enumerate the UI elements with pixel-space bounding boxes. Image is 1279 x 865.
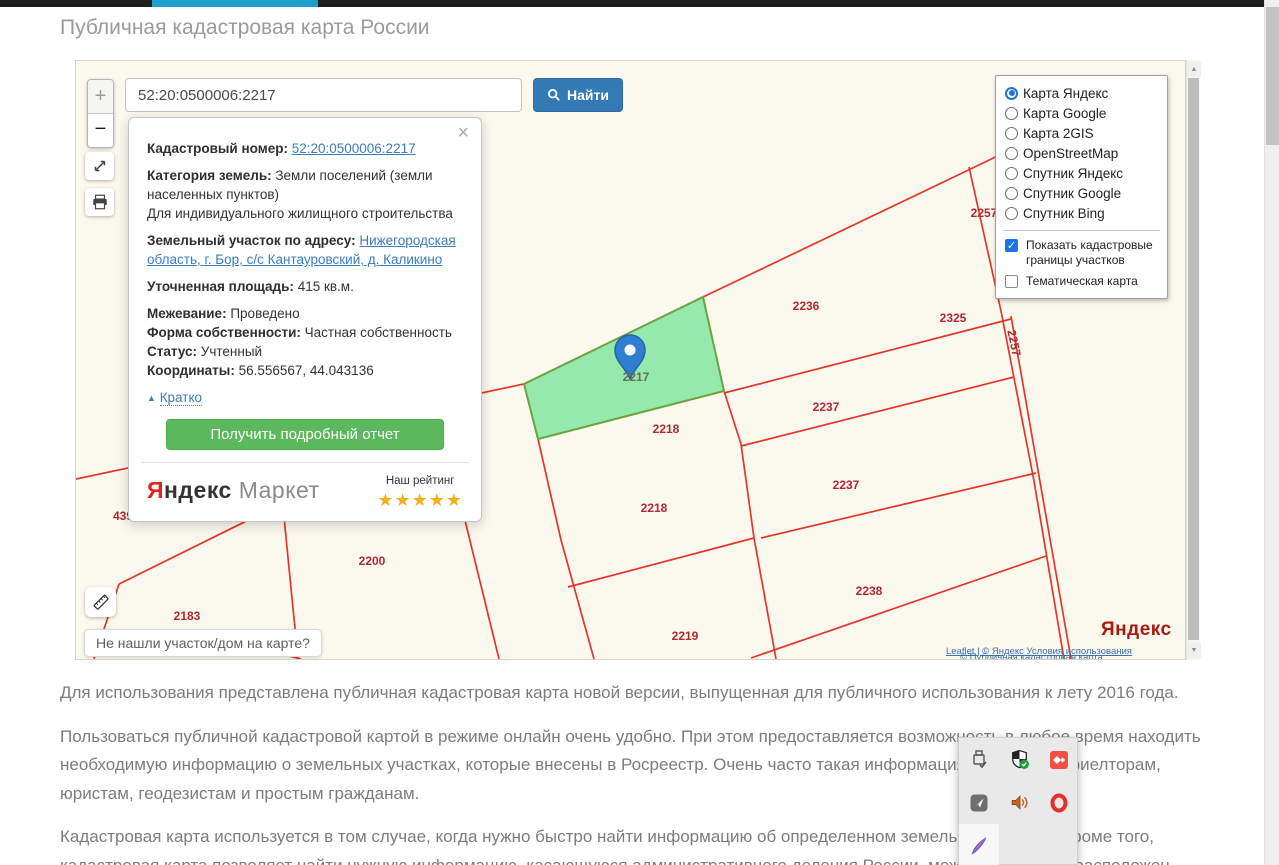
popup-divider — [141, 462, 469, 463]
triangle-up-icon: ▲ — [147, 393, 156, 403]
logo-ndeks: ндекс — [164, 477, 232, 503]
paragraph-1: Для использования представлена публичная… — [60, 683, 1179, 702]
volume-icon[interactable] — [999, 781, 1039, 824]
fullscreen-icon — [94, 160, 105, 172]
get-report-button[interactable]: Получить подробный отчет — [166, 419, 444, 450]
loading-progress-segment — [152, 0, 318, 7]
survey-value: Проведено — [230, 306, 300, 321]
map-scrollbar-thumb[interactable] — [1188, 78, 1199, 640]
measure-ruler-button[interactable] — [85, 587, 116, 617]
red-app-icon[interactable] — [1039, 738, 1079, 781]
layer-checkbox-1[interactable]: Тематическая карта — [1005, 274, 1158, 289]
address-label: Земельный участок по адресу: — [147, 233, 356, 248]
rating-label: Наш рейтинг — [385, 475, 455, 487]
ownership-value: Частная собственность — [304, 325, 452, 340]
zoom-out-button[interactable]: − — [88, 114, 113, 147]
pointer-app-icon[interactable] — [959, 781, 999, 824]
zoom-in-button[interactable]: + — [88, 80, 113, 114]
layer-option-label: Карта Google — [1023, 105, 1107, 121]
checkbox-icon[interactable]: ✓ — [1005, 239, 1018, 252]
radio-icon[interactable] — [1005, 186, 1018, 200]
layer-option-label: Спутник Яндекс — [1023, 165, 1124, 181]
layer-option-label: OpenStreetMap — [1023, 145, 1119, 161]
status-label: Статус: — [147, 344, 197, 359]
ownership-label: Форма собственности: — [147, 325, 301, 340]
find-button[interactable]: Найти — [533, 78, 623, 112]
find-button-label: Найти — [567, 87, 609, 103]
search-icon — [548, 89, 560, 101]
layer-checkbox-0[interactable]: ✓ Показать кадастровые границы участков — [1005, 238, 1158, 268]
map-layers-panel: Карта Яндекс Карта Google Карта 2GIS OpenSt… — [995, 75, 1168, 299]
layer-option-1[interactable]: Карта Google — [1005, 103, 1158, 123]
cadastral-number-label: Кадастровый номер: — [147, 141, 288, 156]
radio-icon[interactable] — [1005, 166, 1018, 180]
yandex-map-logo: Яндекс — [1101, 619, 1172, 640]
printer-icon — [92, 194, 107, 210]
layers-divider — [1003, 230, 1160, 231]
close-icon[interactable]: × — [457, 123, 469, 143]
brief-link-label: Кратко — [159, 390, 203, 406]
page-scrollbar-thumb[interactable] — [1266, 7, 1279, 145]
cadastral-number-link[interactable]: 52:20:0500006:2217 — [292, 141, 416, 156]
rating-block: Наш рейтинг ★★★★★ — [377, 472, 463, 509]
page-scrollbar[interactable] — [1264, 0, 1279, 865]
map-scrollbar[interactable]: ▲ ▼ — [1186, 60, 1201, 660]
print-button[interactable] — [85, 188, 114, 216]
layer-option-6[interactable]: Спутник Bing — [1005, 203, 1158, 223]
browser-loading-bar — [0, 0, 1279, 7]
rating-stars: ★★★★★ — [377, 490, 463, 510]
layer-option-2[interactable]: Карта 2GIS — [1005, 123, 1158, 143]
radio-icon[interactable] — [1005, 206, 1018, 220]
survey-label: Межевание: — [147, 306, 227, 321]
layer-option-4[interactable]: Спутник Яндекс — [1005, 163, 1158, 183]
logo-ya: Я — [147, 477, 165, 503]
page-title: Публичная кадастровая карта России — [60, 16, 430, 39]
coords-value: 56.556567, 44.043136 — [238, 363, 374, 378]
coords-label: Координаты: — [147, 363, 235, 378]
search-input[interactable] — [125, 78, 522, 112]
logo-market: Маркет — [238, 477, 320, 503]
map-hint-tooltip[interactable]: Не нашли участок/дом на карте? — [84, 629, 322, 657]
radio-icon[interactable] — [1005, 86, 1018, 100]
land-category-note: Для индивидуального жилищного строительс… — [147, 206, 453, 221]
parcel-info-popup: × Кадастровый номер: 52:20:0500006:2217 … — [128, 117, 482, 522]
fullscreen-button[interactable] — [85, 152, 114, 180]
land-category-label: Категория земель: — [147, 168, 272, 183]
yandex-market-logo[interactable]: Яндекс Маркет — [147, 479, 320, 502]
area-label: Уточненная площадь: — [147, 279, 294, 294]
radio-icon[interactable] — [1005, 146, 1018, 160]
system-tray-popup — [958, 737, 1078, 865]
checkbox-icon[interactable] — [1005, 275, 1018, 288]
radio-icon[interactable] — [1005, 106, 1018, 120]
checkbox-label: Тематическая карта — [1026, 274, 1138, 288]
feather-app-icon[interactable] — [959, 824, 999, 865]
tray-cell-empty-1 — [999, 824, 1039, 865]
scroll-up-arrow[interactable]: ▲ — [1187, 62, 1201, 77]
layer-option-label: Спутник Google — [1023, 185, 1122, 201]
layer-option-label: Карта 2GIS — [1023, 125, 1094, 141]
tray-cell-empty-2 — [1039, 824, 1079, 865]
radio-icon[interactable] — [1005, 126, 1018, 140]
layer-option-label: Спутник Bing — [1023, 205, 1105, 221]
scroll-down-arrow[interactable]: ▼ — [1187, 643, 1201, 658]
usb-eject-icon[interactable] — [959, 738, 999, 781]
checkbox-label: Показать кадастровые границы участков — [1026, 238, 1153, 267]
layer-option-0[interactable]: Карта Яндекс — [1005, 83, 1158, 103]
defender-shield-icon[interactable] — [999, 738, 1039, 781]
layer-option-label: Карта Яндекс — [1023, 85, 1109, 101]
collapse-brief-link[interactable]: ▲ Кратко — [147, 388, 463, 408]
layer-option-5[interactable]: Спутник Google — [1005, 183, 1158, 203]
area-value: 415 кв.м. — [297, 279, 354, 294]
ruler-icon — [93, 594, 109, 610]
status-value: Учтенный — [200, 344, 263, 359]
layer-option-3[interactable]: OpenStreetMap — [1005, 143, 1158, 163]
opera-icon[interactable] — [1039, 781, 1079, 824]
map-attribution-link-2[interactable]: © Публичная кадастровая карта — [960, 652, 1103, 659]
zoom-control: + − — [87, 79, 114, 148]
